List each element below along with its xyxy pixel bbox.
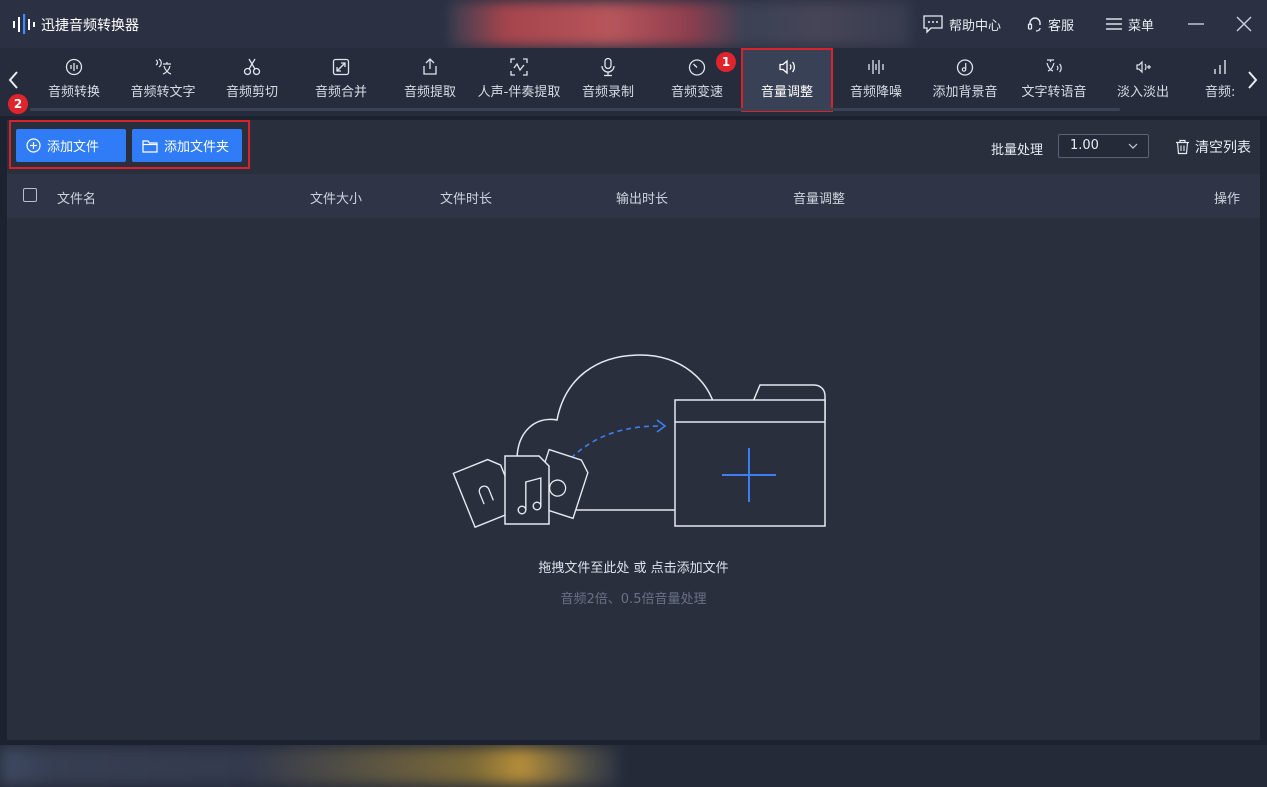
batch-volume-select[interactable]: 1.00	[1058, 134, 1149, 158]
tab-label: 音频转换	[47, 85, 100, 100]
step-badge-1: 1	[716, 52, 736, 72]
tab-label: 音频录制	[581, 85, 634, 100]
help-center-button[interactable]: 帮助中心	[922, 12, 1001, 36]
tab-label: 音频合并	[314, 85, 367, 100]
drop-hint: 拖拽文件至此处 或 点击添加文件	[538, 561, 729, 576]
volume-icon	[779, 59, 795, 75]
tab-audio-extract[interactable]: 音频提取	[385, 48, 475, 112]
drop-subhint: 音频2倍、0.5倍音量处理	[560, 592, 707, 607]
action-row: 添加文件 添加文件夹 批量处理 1.00 清空列表	[7, 120, 1260, 172]
status-bar	[0, 745, 1267, 787]
tab-audio-convert[interactable]: 音频转换	[29, 48, 119, 112]
feature-toolbar: 音频转换 音频转文字 音频剪切 音频合并 音频提取 人声-伴奏提取 音频录制 音…	[0, 48, 1267, 116]
headset-icon	[1027, 17, 1041, 32]
file-list-panel: 添加文件 添加文件夹 批量处理 1.00 清空列表 文件名 文件大小 文件时长 …	[7, 120, 1260, 740]
blurred-status-content	[0, 747, 620, 785]
customer-service-label: 客服	[1048, 18, 1075, 34]
add-folder-label: 添加文件夹	[164, 140, 230, 155]
step-badge-2: 2	[8, 94, 28, 114]
column-operations: 操作	[1214, 192, 1241, 207]
table-header: 文件名 文件大小 文件时长 输出时长 音量调整 操作	[7, 174, 1260, 218]
tab-fade-in-out[interactable]: 淡入淡出	[1098, 48, 1188, 112]
tab-label: 音频:	[1205, 85, 1236, 100]
menu-button[interactable]: 菜单	[1105, 12, 1154, 36]
add-folder-button[interactable]: 添加文件夹	[132, 129, 242, 162]
minimize-icon[interactable]	[1184, 12, 1208, 36]
tab-label: 音频转文字	[130, 85, 196, 100]
toolbar-scrollbar[interactable]	[30, 108, 1120, 111]
tab-audio-record[interactable]: 音频录制	[563, 48, 653, 112]
batch-process-label: 批量处理	[991, 143, 1044, 158]
app-title: 迅捷音频转换器	[41, 18, 139, 34]
scroll-right-icon[interactable]	[1244, 68, 1260, 92]
add-file-button[interactable]: 添加文件	[16, 129, 126, 162]
help-center-label: 帮助中心	[949, 18, 1002, 34]
select-all-checkbox[interactable]	[23, 188, 37, 202]
tab-label: 音频降噪	[849, 85, 902, 100]
batch-volume-value: 1.00	[1070, 138, 1099, 153]
tab-text-to-speech[interactable]: 文字转语音	[1009, 48, 1099, 112]
speech-to-text-icon	[155, 58, 172, 75]
column-volume-adjust: 音量调整	[793, 192, 846, 207]
empty-state-illustration[interactable]	[447, 350, 837, 540]
plus-circle-icon	[26, 138, 41, 153]
tab-speech-to-text[interactable]: 音频转文字	[118, 48, 208, 112]
add-file-label: 添加文件	[47, 140, 100, 155]
tab-volume-adjust[interactable]: 音量调整	[741, 48, 833, 112]
tab-background-music[interactable]: 添加背景音	[920, 48, 1010, 112]
tab-label: 添加背景音	[932, 85, 998, 100]
menu-label: 菜单	[1128, 18, 1155, 34]
speed-icon	[688, 59, 706, 76]
tab-vocal-extract[interactable]: 人声-伴奏提取	[474, 48, 564, 112]
vocal-icon	[510, 58, 528, 76]
customer-service-button[interactable]: 客服	[1027, 12, 1074, 36]
merge-icon	[332, 58, 350, 76]
clear-list-label: 清空列表	[1195, 140, 1251, 156]
tab-label: 音频变速	[670, 85, 723, 100]
microphone-icon	[601, 57, 615, 77]
tab-audio-cut[interactable]: 音频剪切	[207, 48, 297, 112]
column-duration: 文件时长	[440, 192, 493, 207]
title-bar: 迅捷音频转换器 帮助中心 客服 菜单	[0, 0, 1267, 48]
waveform-icon	[868, 60, 884, 74]
chat-help-icon	[923, 15, 943, 34]
scissors-icon	[243, 58, 261, 76]
tab-audio-more[interactable]: 音频:	[1187, 48, 1243, 112]
clear-list-button[interactable]: 清空列表	[1175, 137, 1251, 157]
tab-audio-merge[interactable]: 音频合并	[296, 48, 386, 112]
fade-icon	[1136, 60, 1151, 74]
column-output-duration: 输出时长	[616, 192, 669, 207]
chevron-down-icon	[1128, 143, 1138, 149]
scroll-left-icon[interactable]	[6, 68, 22, 92]
tab-label: 音量调整	[760, 85, 813, 100]
trash-icon	[1176, 139, 1189, 155]
music-disc-icon	[956, 59, 974, 76]
column-filename: 文件名	[57, 192, 97, 207]
app-logo-icon	[13, 14, 35, 34]
tab-label: 人声-伴奏提取	[477, 85, 561, 100]
tab-label: 文字转语音	[1021, 85, 1087, 100]
text-to-speech-icon	[1046, 59, 1062, 73]
promo-banner[interactable]	[450, 2, 910, 46]
column-filesize: 文件大小	[310, 192, 363, 207]
close-icon[interactable]	[1232, 12, 1256, 36]
hamburger-icon	[1106, 18, 1122, 30]
bars-icon	[1214, 60, 1226, 74]
tab-label: 淡入淡出	[1116, 85, 1169, 100]
export-icon	[423, 58, 437, 75]
folder-icon	[142, 139, 158, 153]
audio-convert-icon	[65, 58, 83, 76]
tab-label: 音频剪切	[225, 85, 278, 100]
tab-noise-reduction[interactable]: 音频降噪	[831, 48, 921, 112]
tab-label: 音频提取	[403, 85, 456, 100]
